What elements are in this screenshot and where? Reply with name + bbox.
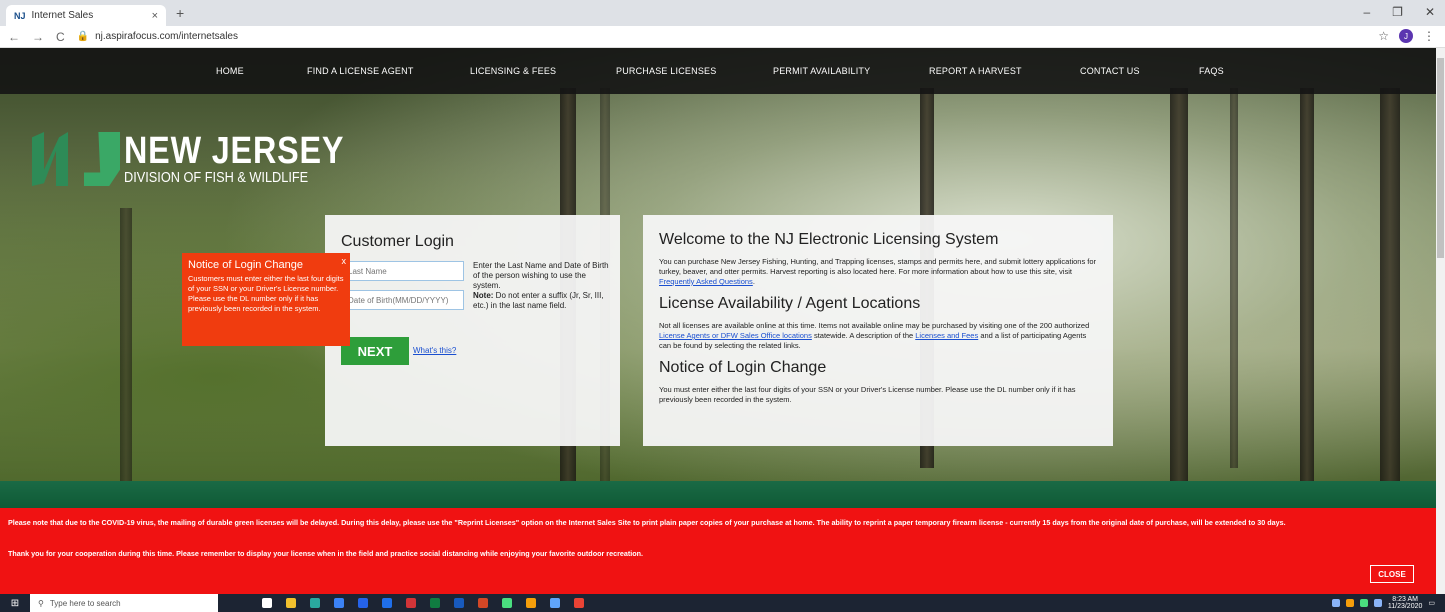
taskbar-app-icon[interactable] <box>310 598 320 608</box>
popup-close-icon[interactable]: x <box>342 256 347 266</box>
availability-heading: License Availability / Agent Locations <box>659 295 921 312</box>
login-title: Customer Login <box>341 233 454 250</box>
scrollbar-thumb[interactable] <box>1437 58 1444 258</box>
url-text: nj.aspirafocus.com/internetsales <box>95 31 238 42</box>
profile-avatar[interactable]: J <box>1399 29 1413 43</box>
toolbar-right: ☆ J ⋮ <box>1378 29 1435 43</box>
close-window-button[interactable]: ✕ <box>1425 5 1435 19</box>
customer-login-panel: Customer Login Enter the Last Name and D… <box>325 215 620 446</box>
welcome-title: Welcome to the NJ Electronic Licensing S… <box>659 231 999 248</box>
welcome-paragraph: You can purchase New Jersey Fishing, Hun… <box>659 257 1097 286</box>
nav-permit-availability[interactable]: PERMIT AVAILABILITY <box>773 66 870 76</box>
taskbar-app-icon[interactable] <box>454 598 464 608</box>
availability-paragraph: Not all licenses are available online at… <box>659 321 1090 350</box>
notifications-icon[interactable]: ▭ <box>1428 599 1435 607</box>
dob-input[interactable] <box>341 290 464 310</box>
taskbar-app-icon[interactable] <box>406 598 416 608</box>
address-bar: ← → C 🔒 nj.aspirafocus.com/internetsales… <box>0 26 1445 48</box>
page-scrollbar[interactable] <box>1436 48 1445 594</box>
taskbar-app-icon[interactable] <box>502 598 512 608</box>
forward-arrow-icon[interactable]: → <box>32 30 44 44</box>
license-agents-link[interactable]: License Agents or DFW Sales Office locat… <box>659 331 812 340</box>
page-background: HOME FIND A LICENSE AGENT LICENSING & FE… <box>0 48 1436 594</box>
tray-icon[interactable] <box>1345 599 1354 607</box>
taskbar-app-icon[interactable] <box>478 598 488 608</box>
login-help-text: Enter the Last Name and Date of Birth of… <box>473 261 609 290</box>
last-name-input[interactable] <box>341 261 464 281</box>
nav-licensing-fees[interactable]: LICENSING & FEES <box>470 66 556 76</box>
whats-this-link[interactable]: What's this? <box>413 346 456 355</box>
login-change-paragraph: You must enter either the last four digi… <box>659 385 1076 404</box>
login-help: Enter the Last Name and Date of Birth of… <box>473 261 609 311</box>
welcome-panel: Welcome to the NJ Electronic Licensing S… <box>643 215 1113 446</box>
maximize-button[interactable]: ❐ <box>1392 5 1403 19</box>
taskbar-clock[interactable]: 8:23 AM 11/23/2020 <box>1388 596 1423 610</box>
bookmark-star-icon[interactable]: ☆ <box>1378 29 1389 43</box>
clock-date: 11/23/2020 <box>1387 603 1423 610</box>
clock-time: 8:23 AM <box>1392 596 1418 603</box>
menu-dots-icon[interactable]: ⋮ <box>1423 29 1435 43</box>
reload-icon[interactable]: C <box>56 30 65 44</box>
tab-close-icon[interactable]: × <box>152 10 158 22</box>
note-text: Do not enter a suffix (Jr, Sr, III, etc.… <box>473 291 604 310</box>
taskbar-app-icon[interactable] <box>550 598 560 608</box>
nav-purchase-licenses[interactable]: PURCHASE LICENSES <box>616 66 716 76</box>
taskbar-app-icon[interactable] <box>526 598 536 608</box>
tray-icon[interactable] <box>1331 599 1340 607</box>
taskbar-app-icon[interactable] <box>334 598 344 608</box>
faq-link[interactable]: Frequently Asked Questions <box>659 277 753 286</box>
nj-logo-icon <box>32 132 120 186</box>
search-icon: ⚲ <box>38 598 44 608</box>
back-arrow-icon[interactable]: ← <box>8 30 20 44</box>
login-change-heading: Notice of Login Change <box>659 359 827 376</box>
popup-title: Notice of Login Change <box>188 259 303 271</box>
logo-line-2: DIVISION OF FISH & WILDLIFE <box>124 169 309 186</box>
nj-favicon-icon: NJ <box>14 10 26 21</box>
login-change-notice-popup: Notice of Login Change x Customers must … <box>182 253 350 346</box>
taskbar-app-icon[interactable] <box>382 598 392 608</box>
taskbar-apps <box>262 598 584 608</box>
logo-line-1: NEW JERSEY <box>124 130 345 172</box>
browser-tab[interactable]: NJ Internet Sales × <box>6 5 166 26</box>
taskbar-app-icon[interactable] <box>574 598 584 608</box>
banner-line-2: Thank you for your cooperation during th… <box>8 549 644 558</box>
main-navigation: HOME FIND A LICENSE AGENT LICENSING & FE… <box>0 48 1436 94</box>
taskbar-search-placeholder: Type here to search <box>49 598 121 608</box>
next-button[interactable]: NEXT <box>341 337 409 365</box>
nj-fish-wildlife-logo[interactable]: NEW JERSEY DIVISION OF FISH & WILDLIFE <box>32 132 383 186</box>
nav-home[interactable]: HOME <box>216 66 244 76</box>
tray-icon[interactable] <box>1359 599 1368 607</box>
windows-start-icon[interactable]: ⊞ <box>0 598 30 609</box>
new-tab-button[interactable]: + <box>176 5 184 21</box>
minimize-button[interactable]: – <box>1363 5 1370 19</box>
browser-tab-strip: NJ Internet Sales × + – ❐ ✕ <box>0 0 1445 26</box>
nav-contact-us[interactable]: CONTACT US <box>1080 66 1140 76</box>
popup-body: Customers must enter either the last fou… <box>188 274 344 313</box>
green-divider <box>0 481 1436 508</box>
banner-close-button[interactable]: CLOSE <box>1370 565 1414 583</box>
licenses-fees-link[interactable]: Licenses and Fees <box>915 331 978 340</box>
covid-notice-banner: Please note that due to the COVID-19 vir… <box>0 508 1436 594</box>
taskbar-app-icon[interactable] <box>262 598 272 608</box>
tray-icon[interactable] <box>1373 599 1382 607</box>
window-controls: – ❐ ✕ <box>1363 5 1435 19</box>
windows-taskbar: ⊞ ⚲ Type here to search 8:23 AM 11/23/20… <box>0 594 1445 612</box>
nav-faqs[interactable]: FAQS <box>1199 66 1224 76</box>
url-field[interactable]: 🔒 nj.aspirafocus.com/internetsales <box>77 31 238 42</box>
taskbar-app-icon[interactable] <box>430 598 440 608</box>
taskbar-app-icon[interactable] <box>358 598 368 608</box>
lock-icon: 🔒 <box>76 31 90 42</box>
note-label: Note: <box>473 291 494 300</box>
taskbar-search[interactable]: ⚲ Type here to search <box>30 594 218 612</box>
system-tray: 8:23 AM 11/23/2020 ▭ <box>1331 596 1435 610</box>
nav-find-agent[interactable]: FIND A LICENSE AGENT <box>307 66 414 76</box>
banner-line-1: Please note that due to the COVID-19 vir… <box>8 518 1286 527</box>
nav-report-harvest[interactable]: REPORT A HARVEST <box>929 66 1022 76</box>
taskbar-app-icon[interactable] <box>286 598 296 608</box>
tab-title: Internet Sales <box>31 10 94 21</box>
